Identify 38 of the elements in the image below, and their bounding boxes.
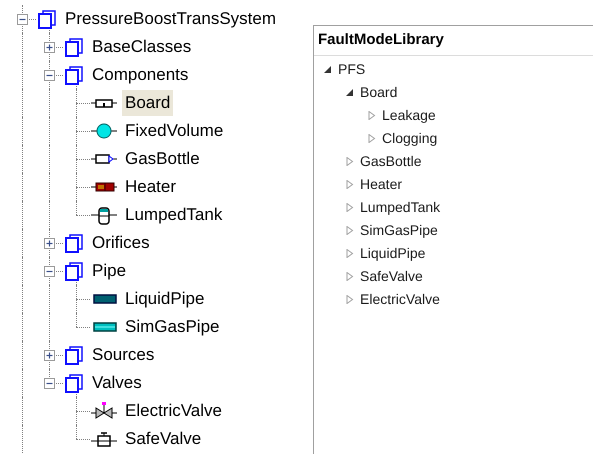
- expand-caret-icon[interactable]: [368, 134, 376, 143]
- tree-item[interactable]: Board: [122, 90, 174, 116]
- expand-caret-icon[interactable]: [346, 180, 354, 189]
- panel-title: FaultModeLibrary: [318, 30, 444, 50]
- package-icon: [64, 36, 84, 58]
- expand-caret-icon[interactable]: [346, 226, 354, 235]
- tree-item[interactable]: ElectricValve: [360, 289, 440, 310]
- package-icon: [64, 64, 84, 86]
- tree-item[interactable]: PFS: [338, 59, 366, 80]
- tree-item[interactable]: SafeValve: [360, 266, 423, 287]
- package-icon: [64, 344, 84, 366]
- expand-caret-icon[interactable]: [368, 111, 376, 120]
- collapse-toggle[interactable]: [44, 266, 55, 276]
- expand-toggle[interactable]: [44, 238, 55, 248]
- tree-item[interactable]: LumpedTank: [360, 197, 440, 218]
- expand-caret-icon[interactable]: [346, 203, 354, 212]
- collapse-toggle[interactable]: [44, 70, 55, 80]
- expand-caret-icon[interactable]: [346, 249, 354, 258]
- expand-caret-icon[interactable]: [346, 272, 354, 281]
- expand-toggle[interactable]: [44, 42, 55, 52]
- tree-item[interactable]: Board: [360, 82, 398, 103]
- tree-item[interactable]: Leakage: [382, 105, 436, 126]
- tree-item[interactable]: SimGasPipe: [360, 220, 438, 241]
- package-icon: [64, 260, 84, 282]
- tree-item[interactable]: LiquidPipe: [360, 243, 426, 264]
- tree-item[interactable]: Heater: [360, 174, 402, 195]
- expand-caret-icon[interactable]: [346, 157, 354, 166]
- expand-caret-icon[interactable]: [346, 295, 354, 304]
- package-icon: [37, 8, 57, 30]
- collapse-caret-icon[interactable]: [324, 65, 332, 74]
- package-icon: [64, 232, 84, 254]
- expand-toggle[interactable]: [44, 350, 55, 360]
- tree-item[interactable]: GasBottle: [360, 151, 422, 172]
- package-icon: [64, 372, 84, 394]
- collapse-toggle[interactable]: [44, 378, 55, 388]
- collapse-caret-icon[interactable]: [346, 88, 354, 97]
- tree-item[interactable]: Clogging: [382, 128, 438, 149]
- collapse-toggle[interactable]: [17, 14, 28, 24]
